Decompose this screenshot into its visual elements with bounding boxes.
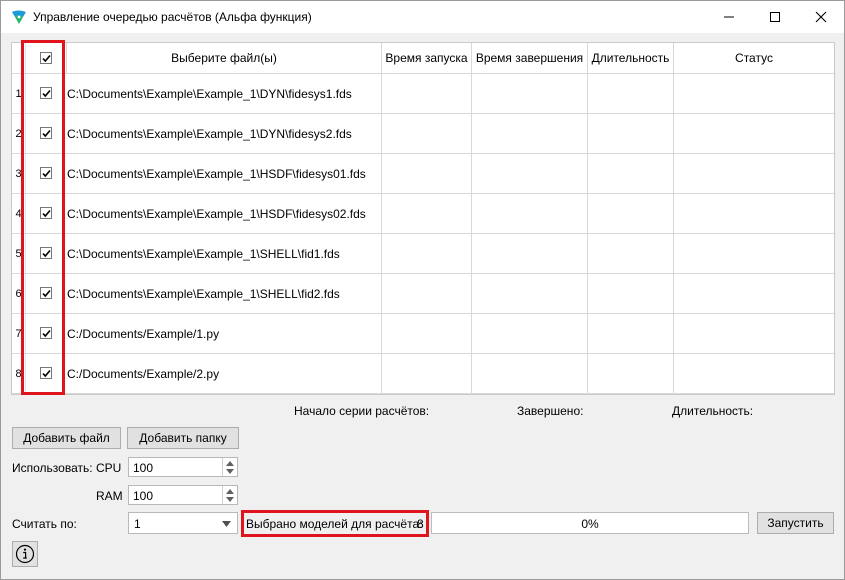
end-cell <box>472 114 588 154</box>
start-cell <box>382 274 472 314</box>
table-row[interactable]: 4 C:\Documents\Example\Example_1\HSDF\fid… <box>12 194 834 234</box>
cpu-label: CPU <box>96 461 122 475</box>
cpu-value: 100 <box>133 461 154 475</box>
minimize-button[interactable] <box>706 1 752 33</box>
table-header: Выберите файл(ы) Время запуска Время зав… <box>12 43 834 74</box>
duration-cell <box>588 114 674 154</box>
end-cell <box>472 274 588 314</box>
status-cell <box>674 154 834 194</box>
maximize-icon <box>770 12 780 22</box>
selected-models-highlight <box>241 510 429 537</box>
checkbox-column-highlight <box>21 40 65 395</box>
status-cell <box>674 274 834 314</box>
file-path: C:\Documents\Example\Example_1\HSDF\fide… <box>67 167 366 181</box>
end-cell <box>472 154 588 194</box>
column-header-duration[interactable]: Длительность <box>588 43 674 73</box>
window-title: Управление очередью расчётов (Альфа функ… <box>33 10 312 24</box>
file-path: C:/Documents/Example/2.py <box>67 367 220 381</box>
duration-cell <box>588 74 674 114</box>
column-header-end-time[interactable]: Время завершения <box>472 43 588 73</box>
start-cell <box>382 314 472 354</box>
chevron-down-icon[interactable] <box>226 497 234 502</box>
status-cell <box>674 114 834 154</box>
cpu-stepper[interactable] <box>222 458 237 476</box>
count-by-value: 1 <box>134 517 141 531</box>
progress-bar: 0% <box>431 512 749 534</box>
duration-cell <box>588 234 674 274</box>
status-cell <box>674 74 834 114</box>
table-row[interactable]: 7 C:/Documents/Example/1.py <box>12 314 834 354</box>
table-row[interactable]: 5 C:\Documents\Example\Example_1\SHELL\fi… <box>12 234 834 274</box>
file-path: C:\Documents\Example\Example_1\SHELL\fid… <box>67 247 340 261</box>
chevron-down-icon <box>222 521 231 527</box>
chevron-up-icon[interactable] <box>226 461 234 466</box>
end-cell <box>472 314 588 354</box>
status-cell <box>674 314 834 354</box>
table-row[interactable]: 1 C:\Documents\Example\Example_1\DYN\fide… <box>12 74 834 114</box>
chevron-down-icon[interactable] <box>226 469 234 474</box>
column-header-status[interactable]: Статус <box>674 43 834 73</box>
file-path: C:/Documents/Example/1.py <box>67 327 220 341</box>
minimize-icon <box>724 16 734 18</box>
cpu-spinbox[interactable]: 100 <box>128 457 238 477</box>
duration-cell <box>588 354 674 394</box>
info-icon <box>15 544 35 564</box>
close-icon <box>815 11 827 23</box>
start-cell <box>382 154 472 194</box>
status-cell <box>674 194 834 234</box>
end-cell <box>472 194 588 234</box>
file-path: C:\Documents\Example\Example_1\DYN\fides… <box>67 127 352 141</box>
file-path: C:\Documents\Example\Example_1\SHELL\fid… <box>67 287 340 301</box>
start-cell <box>382 74 472 114</box>
status-cell <box>674 234 834 274</box>
start-cell <box>382 114 472 154</box>
file-path: C:\Documents\Example\Example_1\DYN\fides… <box>67 87 352 101</box>
start-cell <box>382 234 472 274</box>
ram-spinbox[interactable]: 100 <box>128 485 238 505</box>
column-header-file[interactable]: Выберите файл(ы) <box>67 43 382 73</box>
duration-label: Длительность: <box>672 404 754 418</box>
end-cell <box>472 234 588 274</box>
table-row[interactable]: 6 C:\Documents\Example\Example_1\SHELL\fi… <box>12 274 834 314</box>
table-row[interactable]: 8 C:/Documents/Example/2.py <box>12 354 834 394</box>
status-cell <box>674 354 834 394</box>
ram-value: 100 <box>133 489 154 503</box>
count-by-label: Считать по: <box>12 517 77 531</box>
add-file-button[interactable]: Добавить файл <box>12 427 121 449</box>
run-button[interactable]: Запустить <box>757 512 834 534</box>
add-folder-button[interactable]: Добавить папку <box>127 427 239 449</box>
fidesys-logo-icon <box>10 8 28 26</box>
end-cell <box>472 74 588 114</box>
duration-cell <box>588 194 674 234</box>
title-bar: Управление очередью расчётов (Альфа функ… <box>1 1 844 33</box>
column-header-start-time[interactable]: Время запуска <box>382 43 472 73</box>
table-row[interactable]: 2 C:\Documents\Example\Example_1\DYN\fide… <box>12 114 834 154</box>
finished-label: Завершено: <box>517 404 584 418</box>
table-row[interactable]: 3 C:\Documents\Example\Example_1\HSDF\fid… <box>12 154 834 194</box>
progress-text: 0% <box>581 517 599 531</box>
close-button[interactable] <box>798 1 844 33</box>
ram-label: RAM <box>96 489 123 503</box>
info-button[interactable] <box>12 541 38 567</box>
files-table: Выберите файл(ы) Время запуска Время зав… <box>11 42 835 395</box>
duration-cell <box>588 154 674 194</box>
ram-stepper[interactable] <box>222 486 237 504</box>
use-label: Использовать: <box>12 461 93 475</box>
start-cell <box>382 194 472 234</box>
queue-window: Управление очередью расчётов (Альфа функ… <box>0 0 845 580</box>
count-by-select[interactable]: 1 <box>128 512 238 534</box>
series-start-label: Начало серии расчётов: <box>294 404 430 418</box>
file-path: C:\Documents\Example\Example_1\HSDF\fide… <box>67 207 366 221</box>
duration-cell <box>588 274 674 314</box>
end-cell <box>472 354 588 394</box>
chevron-up-icon[interactable] <box>226 489 234 494</box>
maximize-button[interactable] <box>752 1 798 33</box>
duration-cell <box>588 314 674 354</box>
start-cell <box>382 354 472 394</box>
